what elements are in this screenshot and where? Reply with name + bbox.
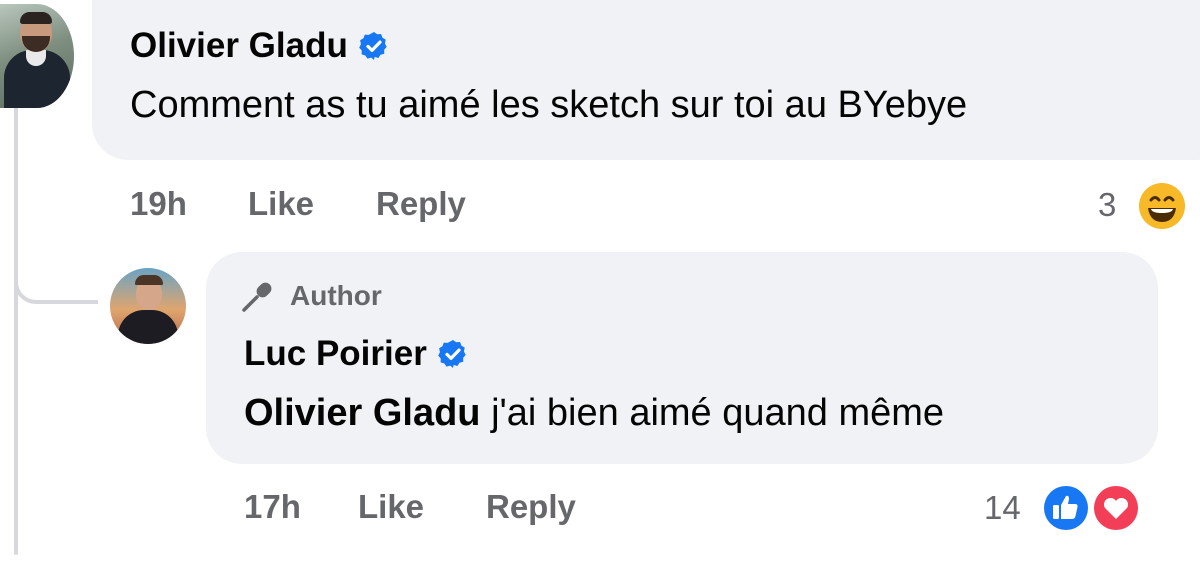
- verified-badge-icon: [359, 32, 387, 60]
- laughing-emoji-icon[interactable]: [1134, 178, 1190, 234]
- comment-bubble: [92, 0, 1200, 160]
- comment-text: Comment as tu aimé les sketch sur toi au…: [130, 84, 968, 126]
- like-icon[interactable]: [1040, 482, 1092, 534]
- reply-like-button[interactable]: Like: [358, 488, 424, 526]
- reply-timestamp[interactable]: 17h: [244, 488, 301, 526]
- thread-line: [14, 105, 18, 555]
- mention-link[interactable]: Olivier Gladu: [244, 392, 481, 434]
- avatar-olivier-gladu[interactable]: [0, 4, 74, 108]
- reply-author-label[interactable]: Luc Poirier: [244, 334, 427, 374]
- author-badge: Author: [240, 278, 382, 314]
- comment-reaction-count[interactable]: 3: [1098, 186, 1116, 224]
- thread-connector: [14, 262, 98, 304]
- reply-text: Olivier Gladu j'ai bien aimé quand même: [244, 392, 944, 435]
- reply-reaction-count[interactable]: 14: [984, 489, 1021, 527]
- verified-badge-icon: [438, 340, 466, 368]
- comment-thread: Olivier Gladu Comment as tu aimé les ske…: [0, 0, 1200, 574]
- reply-reply-button[interactable]: Reply: [486, 488, 576, 526]
- reply-text-body: j'ai bien aimé quand même: [480, 392, 945, 434]
- comment-timestamp[interactable]: 19h: [130, 185, 187, 223]
- microphone-icon: [242, 282, 272, 312]
- author-badge-label: Author: [290, 280, 382, 311]
- love-icon[interactable]: [1090, 482, 1142, 534]
- comment-author-name[interactable]: Olivier Gladu: [130, 26, 390, 66]
- comment-reply-button[interactable]: Reply: [376, 185, 466, 223]
- comment-author-label[interactable]: Olivier Gladu: [130, 26, 348, 66]
- reply-author-name[interactable]: Luc Poirier: [244, 334, 469, 374]
- avatar-luc-poirier[interactable]: [110, 268, 186, 344]
- comment-like-button[interactable]: Like: [248, 185, 314, 223]
